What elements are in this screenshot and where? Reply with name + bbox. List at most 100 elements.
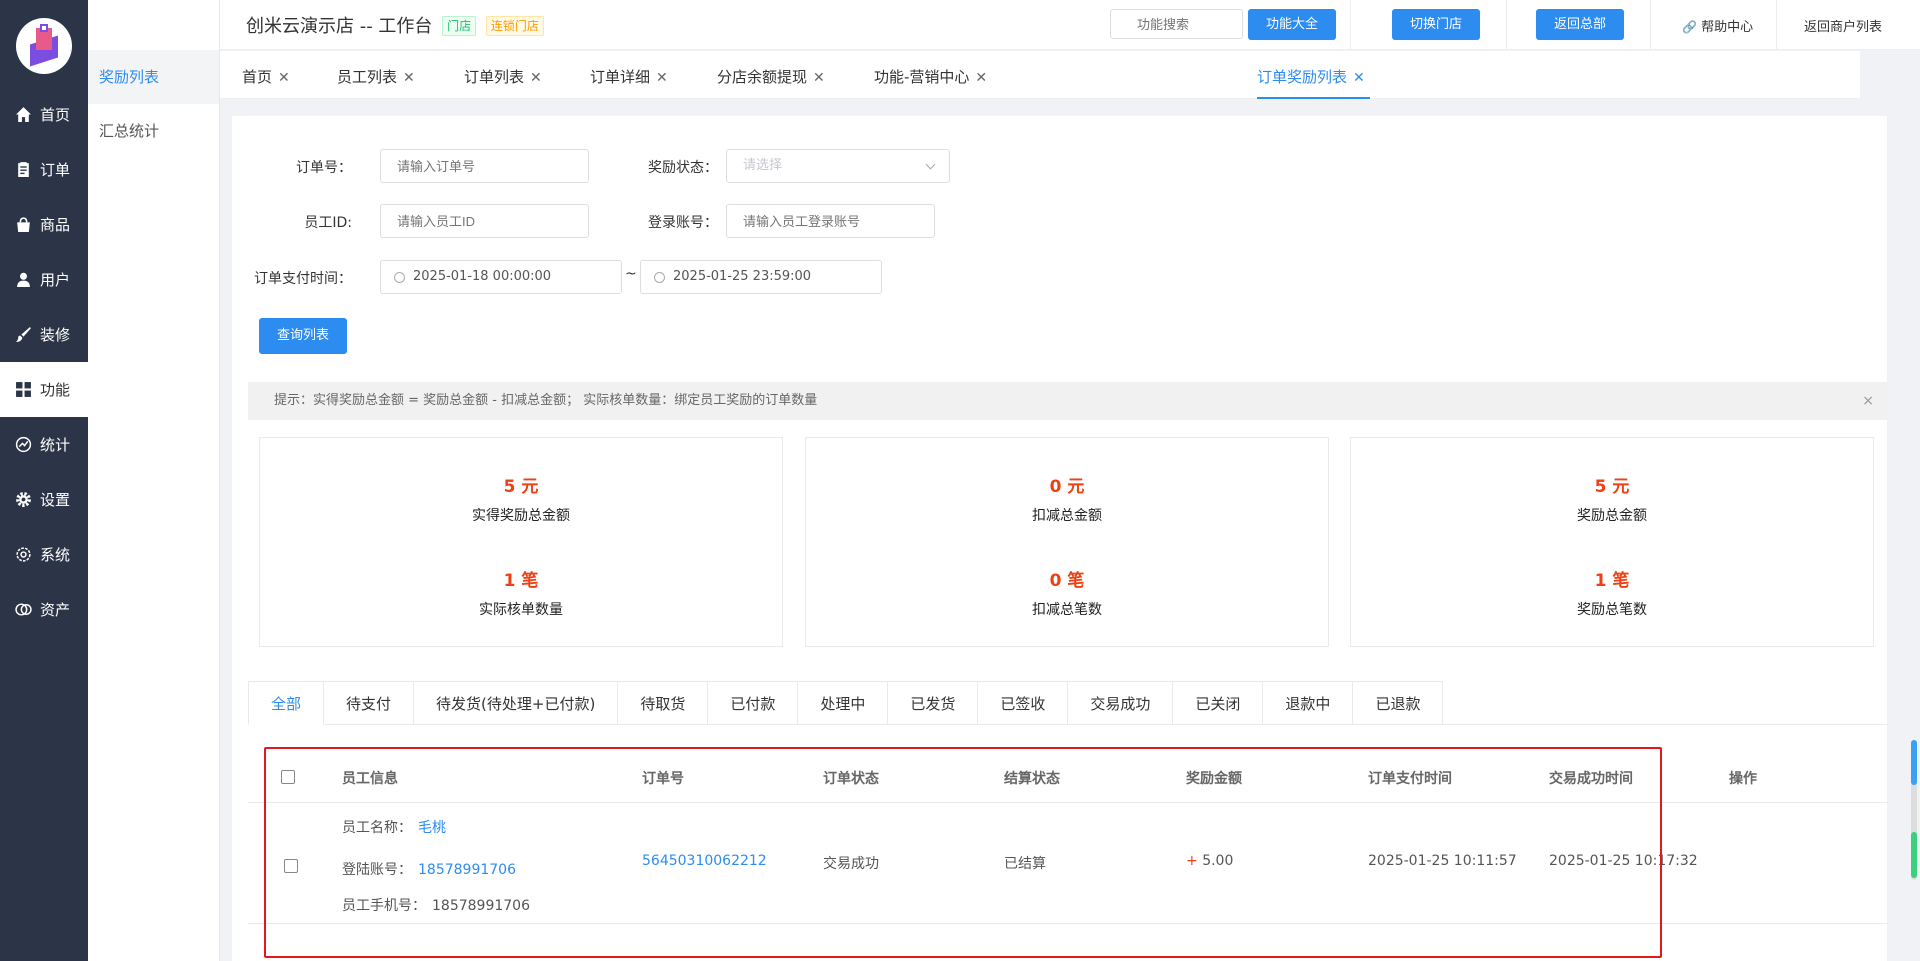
- page-tab-branch-withdraw[interactable]: 分店余额提现 ✕: [717, 66, 825, 87]
- status-tab-pending-pickup[interactable]: 待取货: [618, 681, 709, 725]
- success-time-value: 2025-01-25 10:17:32: [1549, 853, 1698, 869]
- date-range-separator: ~: [625, 266, 637, 282]
- main-sidebar: 首页 订单 商品 用户 装修 功能 统计 设置 系统 资产: [0, 0, 88, 961]
- sub-sidebar: 奖励列表 汇总统计: [88, 0, 220, 961]
- sidebar-item-settings[interactable]: 设置: [0, 472, 88, 527]
- order-no-input[interactable]: [380, 149, 589, 183]
- date-from-input[interactable]: 2025-01-18 00:00:00: [380, 260, 622, 294]
- close-icon[interactable]: ✕: [975, 70, 987, 86]
- status-tab-success[interactable]: 交易成功: [1068, 681, 1174, 725]
- sidebar-item-home[interactable]: 首页: [0, 87, 88, 142]
- order-no-label: 订单号：: [296, 160, 352, 176]
- staff-name-cell: 员工名称： 毛桃: [342, 817, 446, 837]
- staff-phone-label: 员工手机号：: [342, 898, 426, 914]
- status-tab-all[interactable]: 全部: [248, 681, 325, 725]
- home-icon: [14, 106, 32, 124]
- back-to-merchant-list-link[interactable]: 返回商户列表: [1804, 16, 1882, 35]
- stat-label: 扣减总金额: [1032, 508, 1102, 524]
- login-account-label: 登录账号：: [648, 215, 718, 231]
- amount-sign: +: [1186, 853, 1198, 869]
- reward-amount-cell: + 5.00: [1186, 853, 1233, 869]
- page-tab-label: 员工列表: [337, 68, 398, 86]
- status-tab-shipped[interactable]: 已发货: [888, 681, 979, 725]
- status-tab-processing[interactable]: 处理中: [798, 681, 889, 725]
- status-tab-pending-shipment[interactable]: 待发货(待处理+已付款): [414, 681, 619, 725]
- all-functions-button[interactable]: 功能大全: [1248, 9, 1336, 40]
- help-center-link[interactable]: 🔗 帮助中心: [1682, 16, 1753, 35]
- column-header: 订单状态: [823, 771, 879, 787]
- sidebar-item-statistics[interactable]: 统计: [0, 417, 88, 472]
- page-tab-order-list[interactable]: 订单列表 ✕: [464, 66, 542, 87]
- app-logo[interactable]: [16, 18, 72, 74]
- staff-phone-value: 18578991706: [432, 898, 530, 914]
- row-checkbox[interactable]: [284, 859, 298, 873]
- staff-id-input[interactable]: [380, 204, 589, 238]
- sidebar-item-functions[interactable]: 功能: [0, 362, 88, 417]
- close-icon[interactable]: ✕: [530, 70, 542, 86]
- page-tab-marketing-center[interactable]: 功能-营销中心 ✕: [874, 66, 987, 87]
- chart-icon: [14, 436, 32, 454]
- date-to-input[interactable]: 2025-01-25 23:59:00: [640, 260, 882, 294]
- table-header: 员工信息 订单号 订单状态 结算状态 奖励金额 订单支付时间 交易成功时间 操作: [248, 751, 1888, 803]
- stat-card-deduction: 0 元 扣减总金额 0 笔 扣减总笔数: [805, 437, 1329, 647]
- status-tab-refunding[interactable]: 退款中: [1263, 681, 1354, 725]
- reward-amount-value: 5.00: [1202, 853, 1234, 869]
- page-tab-label: 订单详细: [590, 68, 651, 86]
- close-icon[interactable]: ×: [1862, 382, 1874, 420]
- switch-store-button[interactable]: 切换门店: [1392, 9, 1480, 40]
- status-tab-pending-payment[interactable]: 待支付: [324, 681, 415, 725]
- sidebar-item-label: 用户: [40, 271, 71, 289]
- page-tab-order-detail[interactable]: 订单详细 ✕: [590, 66, 668, 87]
- select-all-checkbox[interactable]: [281, 770, 295, 784]
- page-tab-home[interactable]: 首页 ✕: [242, 66, 290, 87]
- cog-icon: [14, 546, 32, 564]
- staff-login-link[interactable]: 18578991706: [418, 862, 516, 878]
- close-icon[interactable]: ✕: [656, 70, 668, 86]
- sidebar-item-label: 订单: [40, 161, 71, 179]
- staff-login-cell: 登陆账号： 18578991706: [342, 859, 516, 879]
- status-tab-refunded[interactable]: 已退款: [1353, 681, 1444, 725]
- stat-label: 奖励总笔数: [1577, 602, 1647, 618]
- user-icon: [14, 271, 32, 289]
- status-tab-paid[interactable]: 已付款: [708, 681, 799, 725]
- tip-banner: 提示：实得奖励总金额 = 奖励总金额 - 扣减总金额； 实际核单数量：绑定员工奖…: [248, 382, 1888, 420]
- login-account-input[interactable]: [726, 204, 935, 238]
- stat-label: 奖励总金额: [1577, 508, 1647, 524]
- stat-label: 扣减总笔数: [1032, 602, 1102, 618]
- column-header: 操作: [1729, 771, 1757, 787]
- order-no-link[interactable]: 56450310062212: [642, 853, 767, 869]
- staff-name-link[interactable]: 毛桃: [418, 820, 446, 836]
- page-tab-label: 订单列表: [464, 68, 525, 86]
- close-icon[interactable]: ✕: [403, 70, 415, 86]
- sidebar-item-system[interactable]: 系统: [0, 527, 88, 582]
- staff-phone-cell: 员工手机号： 18578991706: [342, 895, 530, 915]
- sidebar-item-label: 功能: [40, 381, 71, 399]
- side-scroll-indicator[interactable]: [1911, 740, 1917, 880]
- sidebar-item-assets[interactable]: 资产: [0, 582, 88, 637]
- close-icon[interactable]: ✕: [278, 70, 290, 86]
- stat-card-total-reward: 5 元 奖励总金额 1 笔 奖励总笔数: [1350, 437, 1874, 647]
- close-icon[interactable]: ✕: [1353, 70, 1365, 86]
- sidebar-item-products[interactable]: 商品: [0, 197, 88, 252]
- page-tab-order-rewards[interactable]: 订单奖励列表 ✕: [1257, 66, 1365, 87]
- query-list-button[interactable]: 查询列表: [259, 318, 347, 354]
- subnav-item-reward-list[interactable]: 奖励列表: [88, 50, 219, 104]
- page-tab-staff-list[interactable]: 员工列表 ✕: [337, 66, 415, 87]
- reward-status-select[interactable]: 请选择: [726, 149, 950, 183]
- sidebar-item-users[interactable]: 用户: [0, 252, 88, 307]
- sidebar-item-orders[interactable]: 订单: [0, 142, 88, 197]
- link-icon: 🔗: [1682, 20, 1697, 34]
- sidebar-item-label: 首页: [40, 106, 71, 124]
- tip-text: 提示：实得奖励总金额 = 奖励总金额 - 扣减总金额； 实际核单数量：绑定员工奖…: [274, 393, 818, 408]
- sidebar-item-decorate[interactable]: 装修: [0, 307, 88, 362]
- close-icon[interactable]: ✕: [813, 70, 825, 86]
- column-header: 员工信息: [342, 771, 398, 787]
- subnav-item-summary[interactable]: 汇总统计: [88, 104, 219, 158]
- sidebar-item-label: 统计: [40, 436, 71, 454]
- page-title: 创米云演示店 -- 工作台 门店 连锁门店: [246, 12, 544, 38]
- status-tab-signed[interactable]: 已签收: [978, 681, 1069, 725]
- status-tab-closed[interactable]: 已关闭: [1173, 681, 1264, 725]
- return-hq-button[interactable]: 返回总部: [1536, 9, 1624, 40]
- function-search-input[interactable]: [1110, 9, 1243, 39]
- gear-icon: [14, 491, 32, 509]
